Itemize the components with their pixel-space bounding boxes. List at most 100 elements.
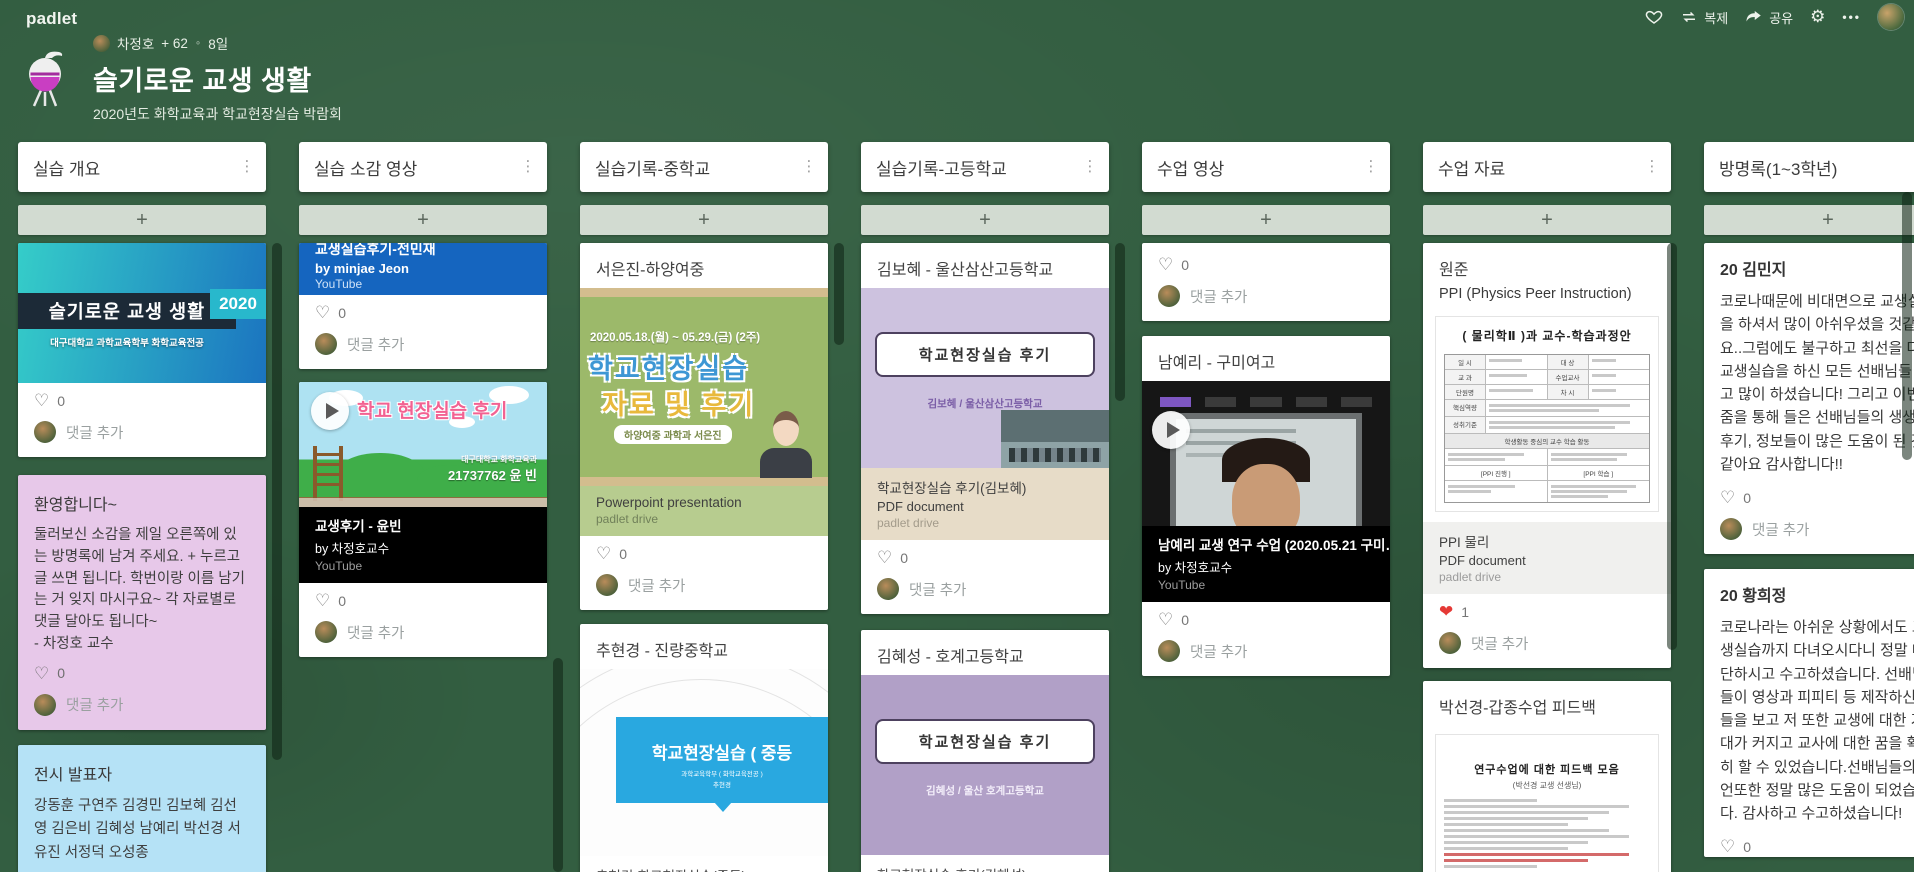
post-card[interactable]: 김보혜 - 울산삼산고등학교 학교현장실습 후기 김보혜 / 울산삼산고등학교 … (861, 243, 1109, 614)
video-info[interactable]: 교생후기 - 윤빈 by 차정호교수 YouTube (299, 507, 547, 583)
post-card[interactable]: 원준 PPI (Physics Peer Instruction) ( 물리학Ⅱ… (1423, 243, 1671, 668)
add-post-button[interactable]: + (18, 205, 266, 235)
section-header[interactable]: 실습 개요 ⋮ (18, 142, 266, 192)
document-title: ( 물리학Ⅱ )과 교수-학습과정안 (1444, 327, 1650, 344)
author-avatar[interactable] (93, 35, 110, 52)
section-menu-icon[interactable]: ⋮ (519, 160, 537, 174)
top-bar: padlet 복제 공유 ⚙ ••• (0, 0, 1914, 34)
section-header[interactable]: 실습기록-고등학교 ⋮ (861, 142, 1109, 192)
add-comment[interactable]: 댓글 추가 (18, 684, 266, 730)
column-scrollbar[interactable] (834, 243, 844, 345)
add-post-button[interactable]: + (580, 205, 828, 235)
like-button-liked[interactable]: ❤ (1439, 603, 1453, 620)
add-comment[interactable]: 댓글 추가 (18, 411, 266, 457)
section-header[interactable]: 실습기록-중학교 ⋮ (580, 142, 828, 192)
share-button[interactable]: 공유 (1745, 8, 1793, 27)
author-name[interactable]: 차정호 (117, 33, 154, 53)
document-preview[interactable]: 연구수업에 대한 피드백 모음 (박선경 교생 선생님) (1435, 734, 1659, 872)
attachment-preview[interactable]: 학교현장실습 후기 김보혜 / 울산삼산고등학교 (861, 288, 1109, 468)
post-card[interactable]: 박선경-갑종수업 피드백 연구수업에 대한 피드백 모음 (박선경 교생 선생님… (1423, 681, 1671, 872)
like-button[interactable]: ♡ (596, 545, 611, 562)
column-scrollbar[interactable] (1115, 243, 1125, 401)
more-menu-icon[interactable]: ••• (1842, 10, 1861, 24)
attachment-info[interactable]: PPI 물리 PDF document padlet drive (1423, 522, 1671, 594)
like-button[interactable]: ♡ (877, 549, 892, 566)
attachment-preview[interactable]: 2020.05.18.(월) ~ 05.29.(금) (2주) 학교현장실습 자… (580, 288, 828, 486)
post-card[interactable]: 서은진-하양여중 2020.05.18.(월) ~ 05.29.(금) (2주)… (580, 243, 828, 610)
column-scrollbar[interactable] (553, 658, 563, 872)
attachment-info[interactable]: Powerpoint presentation padlet drive (580, 486, 828, 536)
attachment-preview[interactable]: 학교현장실습 ( 중등 과학교육학부 ( 화학교육전공 ) 추현경 (580, 669, 828, 856)
like-count: 0 (338, 593, 346, 609)
add-comment[interactable]: 댓글 추가 (861, 568, 1109, 614)
like-button[interactable]: ♡ (1158, 256, 1173, 273)
section-header[interactable]: 수업 영상 ⋮ (1142, 142, 1390, 192)
video-link-banner[interactable]: 교생실습후기-전민재 by minjae Jeon YouTube (299, 243, 547, 295)
settings-gear-icon[interactable]: ⚙ (1810, 8, 1825, 26)
add-comment[interactable]: 댓글 추가 (299, 611, 547, 657)
column-scrollbar[interactable] (272, 243, 282, 760)
section-menu-icon[interactable]: ⋮ (238, 160, 256, 174)
post-body: 강동훈 구연주 김경민 김보혜 김선영 김은비 김혜성 남예리 박선경 서유진 … (34, 795, 250, 867)
commenter-avatar (596, 574, 618, 596)
like-button[interactable]: ♡ (1720, 489, 1735, 506)
add-post-button[interactable]: + (1142, 205, 1390, 235)
like-button[interactable]: ♡ (1158, 611, 1173, 628)
attachment-info[interactable]: 학교현장실습 후기(김보혜) PDF document padlet drive (861, 468, 1109, 540)
preview-author: 하양여중 과학과 서은진 (614, 425, 732, 444)
section-header[interactable]: 방명록(1~3학년) ⋮ (1704, 142, 1914, 192)
remake-button[interactable]: 복제 (1680, 8, 1728, 27)
play-icon[interactable] (1152, 411, 1190, 449)
post-card[interactable]: 슬기로운 교생 생활 2020 대구대학교 과학교육학부 화학교육전공 ♡0 댓… (18, 243, 266, 457)
add-comment[interactable]: 댓글 추가 (580, 564, 828, 610)
contributor-count[interactable]: + 62 (161, 36, 188, 51)
post-card[interactable]: 전시 발표자 강동훈 구연주 김경민 김보혜 김선영 김은비 김혜성 남예리 박… (18, 745, 266, 872)
like-button[interactable]: ♡ (315, 304, 330, 321)
post-title: 박선경-갑종수업 피드백 (1423, 681, 1671, 726)
post-card[interactable]: 학교 현장실습 후기 대구대학교 화학교육과 21737762 윤 빈 교생후기… (299, 382, 547, 657)
like-button[interactable]: ♡ (34, 392, 49, 409)
section-menu-icon[interactable]: ⋮ (1643, 160, 1661, 174)
like-button[interactable]: ♡ (34, 665, 49, 682)
section-menu-icon[interactable]: ⋮ (800, 160, 818, 174)
add-post-button[interactable]: + (1704, 205, 1914, 235)
post-card[interactable]: 20 황희정 코로나라는 아쉬운 상황에서도 교생실습까지 다녀오시다니 정말 … (1704, 569, 1914, 857)
attachment-preview[interactable]: 학교현장실습 후기 김혜성 / 울산 호계고등학교 (861, 675, 1109, 855)
like-button[interactable]: ♡ (1720, 838, 1735, 855)
document-preview[interactable]: ( 물리학Ⅱ )과 교수-학습과정안 일 시대 상 교 과수업교사 단원명차 시… (1435, 316, 1659, 512)
column-scrollbar[interactable] (1667, 243, 1677, 650)
like-button[interactable]: ♡ (315, 592, 330, 609)
padlet-logo[interactable]: padlet (26, 9, 77, 29)
add-post-button[interactable]: + (299, 205, 547, 235)
add-comment[interactable]: 댓글 추가 (299, 323, 547, 369)
add-post-button[interactable]: + (861, 205, 1109, 235)
section-menu-icon[interactable]: ⋮ (1362, 160, 1380, 174)
section-header[interactable]: 수업 자료 ⋮ (1423, 142, 1671, 192)
add-comment[interactable]: 댓글 추가 (1423, 622, 1671, 668)
user-avatar[interactable] (1878, 4, 1904, 30)
add-comment[interactable]: 댓글 추가 (1142, 275, 1390, 321)
video-thumbnail[interactable]: 학교 현장실습 후기 대구대학교 화학교육과 21737762 윤 빈 (299, 382, 547, 507)
video-title: 교생실습후기-전민재 (315, 243, 531, 259)
board-scrollbar[interactable] (1902, 192, 1912, 460)
teacher-illustration (758, 411, 814, 475)
post-card[interactable]: ♡0 댓글 추가 (1142, 243, 1390, 321)
video-info[interactable]: 남예리 교생 연구 수업 (2020.05.21 구미… by 차정호교수 Yo… (1142, 526, 1390, 602)
post-card[interactable]: 추현경 - 진량중학교 학교현장실습 ( 중등 과학교육학부 ( 화학교육전공 … (580, 624, 828, 872)
post-card[interactable]: 교생실습후기-전민재 by minjae Jeon YouTube ♡0 댓글 … (299, 243, 547, 369)
post-card[interactable]: 20 김민지 코로나때문에 비대면으로 교생실습을 하셔서 많이 아쉬우셨을 것… (1704, 243, 1914, 554)
section-header[interactable]: 실습 소감 영상 ⋮ (299, 142, 547, 192)
post-card[interactable]: 남예리 - 구미여고 남예리 교생 연구 수업 (2020.05.21 구미… … (1142, 336, 1390, 676)
add-comment[interactable]: 댓글 추가 (1704, 508, 1914, 554)
play-icon[interactable] (311, 392, 349, 430)
add-comment[interactable]: 댓글 추가 (1142, 630, 1390, 676)
post-body: PPI (Physics Peer Instruction) (1423, 284, 1671, 312)
video-thumbnail[interactable] (1142, 381, 1390, 526)
post-card[interactable]: 환영합니다~ 둘러보신 소감을 제일 오른쪽에 있는 방명록에 남겨 주세요. … (18, 475, 266, 730)
section-menu-icon[interactable]: ⋮ (1081, 160, 1099, 174)
section-title: 수업 자료 (1438, 155, 1643, 180)
favorite-heart-icon[interactable] (1645, 8, 1663, 26)
add-comment-label: 댓글 추가 (347, 334, 404, 355)
post-card[interactable]: 김혜성 - 호계고등학교 학교현장실습 후기 김혜성 / 울산 호계고등학교 학… (861, 630, 1109, 872)
add-post-button[interactable]: + (1423, 205, 1671, 235)
